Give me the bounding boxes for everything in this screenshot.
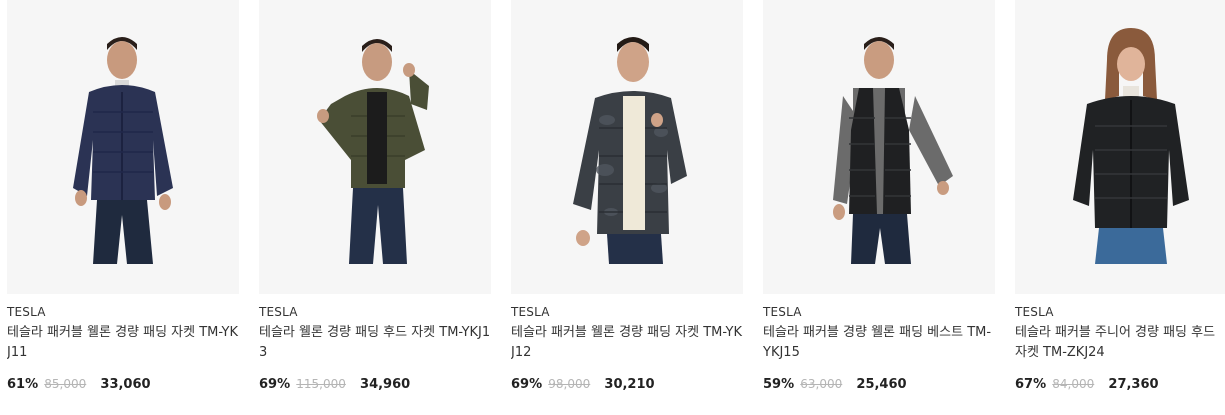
product-name[interactable]: 테슬라 패커블 경량 웰론 패딩 베스트 TM-YKJ15 <box>763 323 995 363</box>
discount-rate: 59% <box>763 377 795 392</box>
discount-rate: 67% <box>1015 377 1047 392</box>
discount-rate: 69% <box>511 377 543 392</box>
sale-price: 30,210 <box>604 377 655 392</box>
product-name[interactable]: 테슬라 패커블 웰론 경량 패딩 자켓 TM-YKJ11 <box>7 323 239 363</box>
product-card[interactable]: TESLA 테슬라 웰론 경량 패딩 후드 자켓 TM-YKJ13 69% 11… <box>259 0 491 415</box>
black-vest-model-illustration <box>763 0 995 294</box>
product-photo-olive-hooded-puffer-jacket[interactable] <box>259 0 491 294</box>
navy-jacket-model-illustration <box>7 0 239 294</box>
price-row: 69% 98,000 30,210 <box>511 375 743 394</box>
product-info: TESLA 테슬라 패커블 웰론 경량 패딩 자켓 TM-YKJ11 61% 8… <box>7 305 239 394</box>
product-photo-camo-puffer-jacket[interactable] <box>511 0 743 294</box>
product-info: TESLA 테슬라 웰론 경량 패딩 후드 자켓 TM-YKJ13 69% 11… <box>259 305 491 394</box>
product-photo-junior-black-puffer-jacket[interactable] <box>1015 0 1225 294</box>
price-row: 61% 85,000 33,060 <box>7 375 239 394</box>
price-row: 59% 63,000 25,460 <box>763 375 995 394</box>
sale-price: 27,360 <box>1108 377 1159 392</box>
junior-jacket-model-illustration <box>1015 0 1225 294</box>
product-card[interactable]: TESLA 테슬라 패커블 웰론 경량 패딩 자켓 TM-YKJ11 61% 8… <box>7 0 239 415</box>
olive-hooded-jacket-model-illustration <box>259 0 491 294</box>
product-name[interactable]: 테슬라 패커블 주니어 경량 패딩 후드 자켓 TM-ZKJ24 <box>1015 323 1225 363</box>
original-price: 85,000 <box>44 377 87 391</box>
product-photo-black-puffer-vest[interactable] <box>763 0 995 294</box>
original-price: 115,000 <box>296 377 346 391</box>
product-info: TESLA 테슬라 패커블 경량 웰론 패딩 베스트 TM-YKJ15 59% … <box>763 305 995 394</box>
discount-rate: 69% <box>259 377 291 392</box>
product-info: TESLA 테슬라 패커블 주니어 경량 패딩 후드 자켓 TM-ZKJ24 6… <box>1015 305 1225 394</box>
price-row: 69% 115,000 34,960 <box>259 375 491 394</box>
product-brand: TESLA <box>763 305 802 319</box>
product-grid: TESLA 테슬라 패커블 웰론 경량 패딩 자켓 TM-YKJ11 61% 8… <box>0 0 1225 415</box>
product-name[interactable]: 테슬라 패커블 웰론 경량 패딩 자켓 TM-YKJ12 <box>511 323 743 363</box>
camo-jacket-model-illustration <box>511 0 743 294</box>
product-name[interactable]: 테슬라 웰론 경량 패딩 후드 자켓 TM-YKJ13 <box>259 323 491 363</box>
product-brand: TESLA <box>7 305 46 319</box>
original-price: 84,000 <box>1052 377 1095 391</box>
sale-price: 34,960 <box>360 377 411 392</box>
product-card[interactable]: TESLA 테슬라 패커블 웰론 경량 패딩 자켓 TM-YKJ12 69% 9… <box>511 0 743 415</box>
discount-rate: 61% <box>7 377 39 392</box>
product-info: TESLA 테슬라 패커블 웰론 경량 패딩 자켓 TM-YKJ12 69% 9… <box>511 305 743 394</box>
original-price: 98,000 <box>548 377 591 391</box>
original-price: 63,000 <box>800 377 843 391</box>
sale-price: 25,460 <box>856 377 907 392</box>
product-brand: TESLA <box>511 305 550 319</box>
sale-price: 33,060 <box>100 377 151 392</box>
product-brand: TESLA <box>1015 305 1054 319</box>
product-brand: TESLA <box>259 305 298 319</box>
product-card[interactable]: TESLA 테슬라 패커블 주니어 경량 패딩 후드 자켓 TM-ZKJ24 6… <box>1015 0 1225 415</box>
price-row: 67% 84,000 27,360 <box>1015 375 1225 394</box>
product-card[interactable]: TESLA 테슬라 패커블 경량 웰론 패딩 베스트 TM-YKJ15 59% … <box>763 0 995 415</box>
product-photo-navy-puffer-jacket[interactable] <box>7 0 239 294</box>
